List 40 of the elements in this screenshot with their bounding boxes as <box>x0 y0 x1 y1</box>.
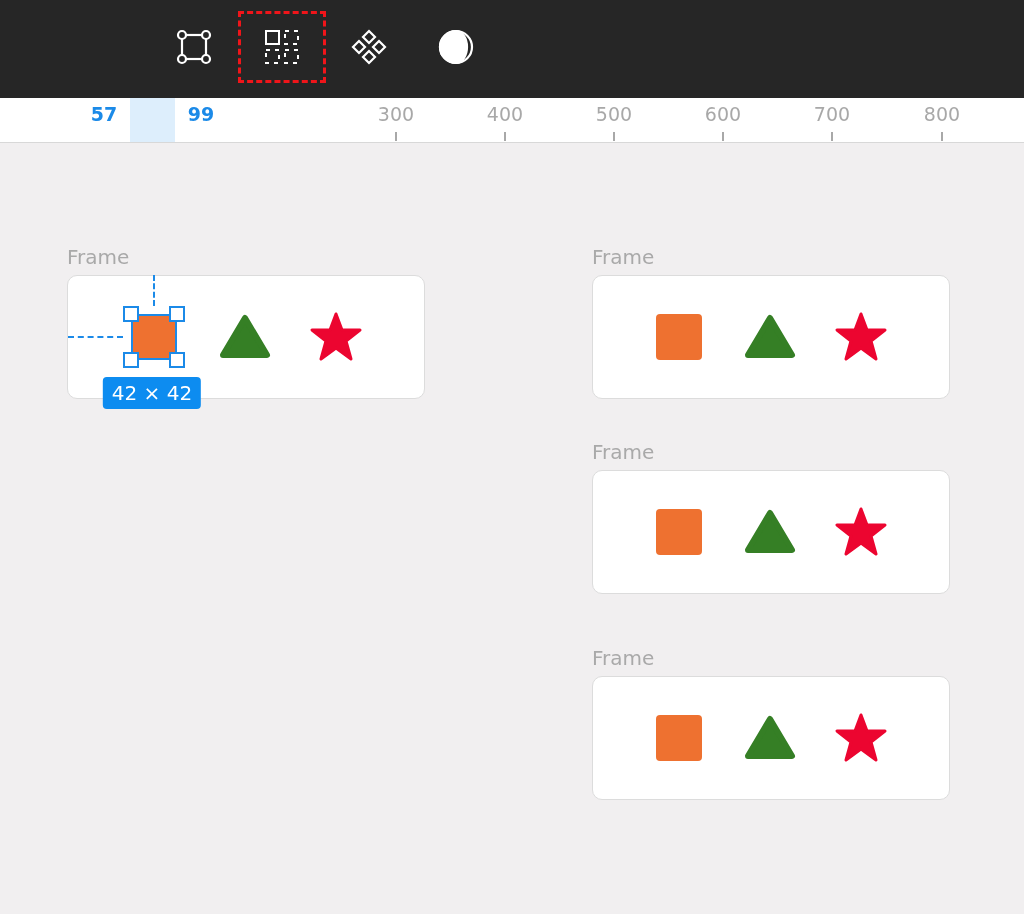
guide-line <box>152 275 155 306</box>
resize-handle[interactable] <box>122 306 139 322</box>
star-shape[interactable] <box>833 311 888 363</box>
ruler-label: 500 <box>595 103 633 125</box>
frame[interactable] <box>592 676 950 800</box>
triangle-shape[interactable] <box>743 715 796 761</box>
frame-label[interactable]: Frame <box>592 646 950 676</box>
components-icon <box>349 27 389 67</box>
selection-range <box>130 98 175 142</box>
ruler-label: 600 <box>704 103 742 125</box>
triangle-shape[interactable] <box>218 314 271 360</box>
size-tooltip: 42 × 42 <box>102 377 202 409</box>
ruler-label: 300 <box>377 103 415 125</box>
guide-line <box>67 336 123 338</box>
frame[interactable] <box>67 275 425 399</box>
square-shape[interactable] <box>655 314 702 360</box>
ruler-label: 700 <box>813 103 851 125</box>
contrast-icon <box>437 28 475 66</box>
star-shape[interactable] <box>308 311 363 363</box>
ruler-label: 99 <box>187 103 215 125</box>
layout-grid-icon <box>263 28 301 66</box>
frame[interactable] <box>592 275 950 399</box>
resize-handle[interactable] <box>168 352 185 368</box>
tool-button[interactable] <box>238 11 326 83</box>
square-shape[interactable] <box>655 715 702 761</box>
triangle-shape[interactable] <box>743 314 796 360</box>
frame[interactable] <box>592 470 950 594</box>
ruler-label: 57 <box>90 103 118 125</box>
frame-label[interactable]: Frame <box>592 440 950 470</box>
ruler-label: 800 <box>923 103 961 125</box>
frame-label[interactable]: Frame <box>67 245 425 275</box>
star-shape[interactable] <box>833 712 888 764</box>
frame-label[interactable]: Frame <box>592 245 950 275</box>
resize-handle[interactable] <box>122 352 139 368</box>
ruler-label: 400 <box>486 103 524 125</box>
square-shape[interactable] <box>655 509 702 555</box>
triangle-shape[interactable] <box>743 509 796 555</box>
star-shape[interactable] <box>833 506 888 558</box>
resize-handle[interactable] <box>168 306 185 322</box>
frame-icon <box>175 28 213 66</box>
